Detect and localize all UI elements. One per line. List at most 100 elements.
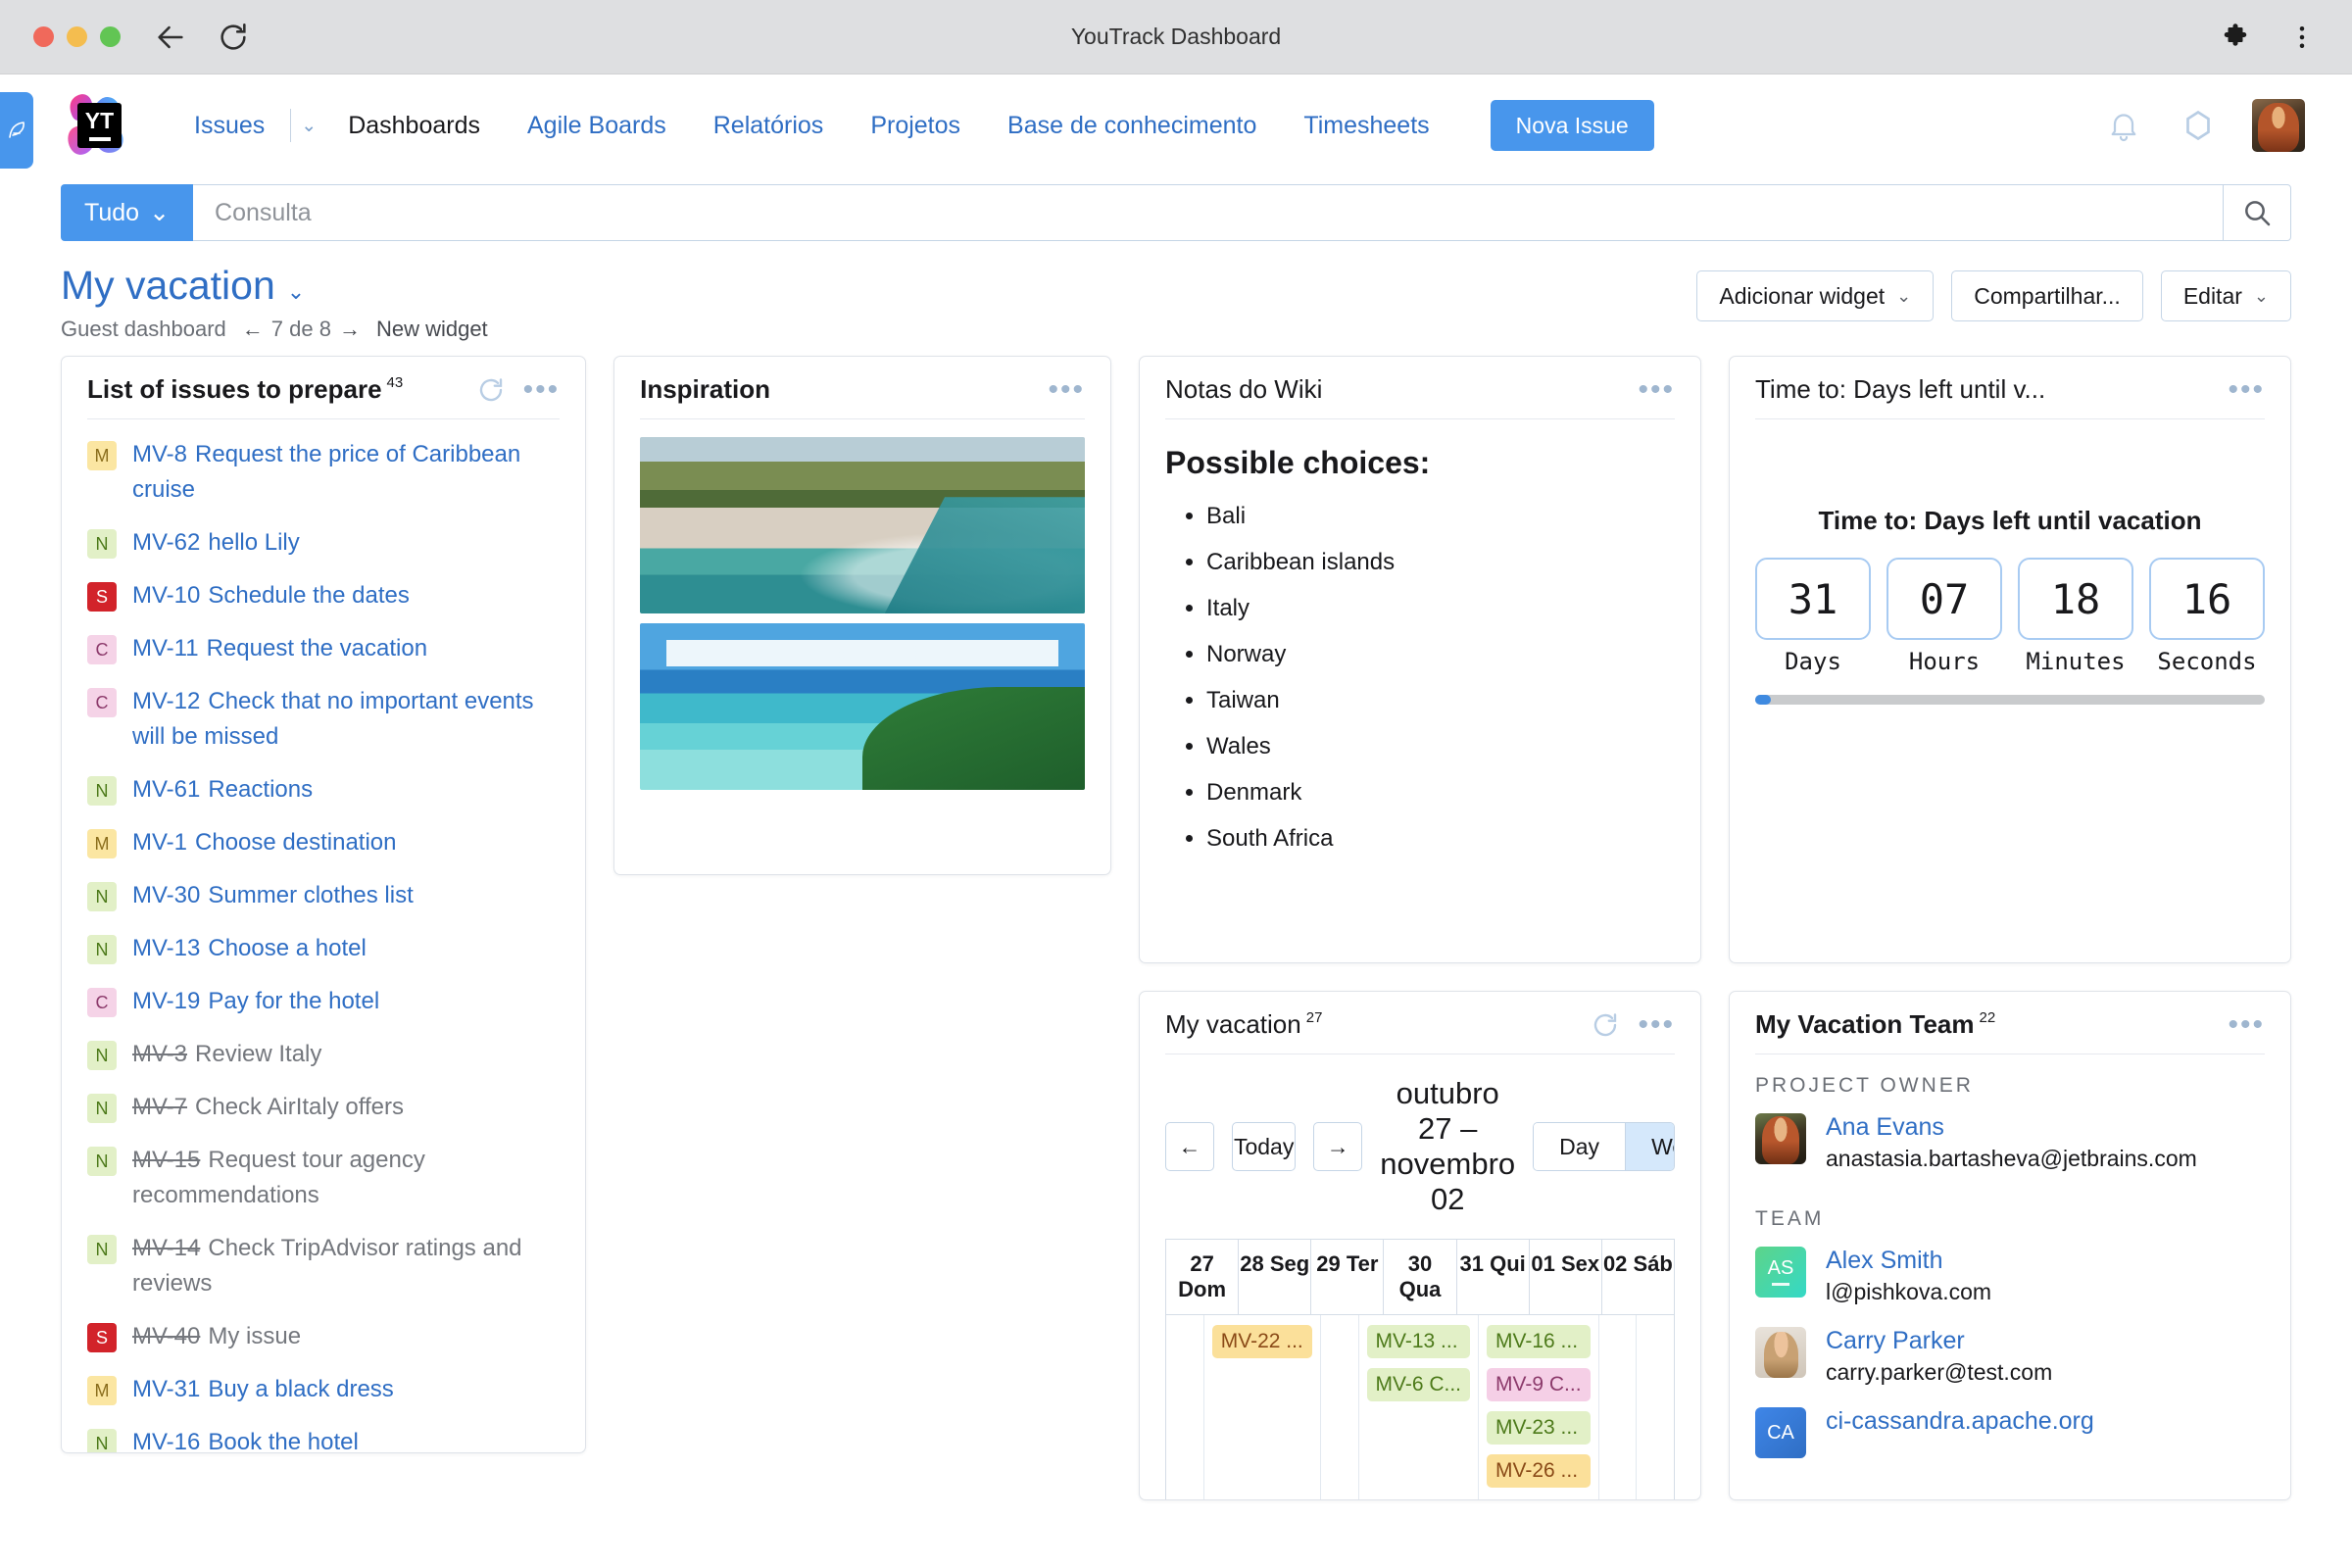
issue-summary[interactable]: Pay for the hotel [208, 988, 379, 1014]
nav-item-dashboards[interactable]: Dashboards [324, 112, 504, 140]
widget-menu-icon[interactable]: ••• [1638, 1009, 1675, 1039]
nav-item-timesheets[interactable]: Timesheets [1280, 112, 1452, 140]
calendar-event[interactable]: MV-22 ... [1211, 1325, 1312, 1358]
youtrack-logo[interactable]: YT [57, 89, 129, 162]
calendar-day-cell[interactable]: MV-16 ... MV-9 C... MV-23 ... MV-26 ... [1479, 1315, 1599, 1499]
list-item[interactable]: N MV-13 Choose a hotel [87, 931, 560, 966]
issue-summary[interactable]: Summer clothes list [208, 882, 413, 908]
list-item[interactable]: M MV-8 Request the price of Caribbean crui… [87, 437, 560, 508]
issue-id[interactable]: MV-13 [132, 935, 200, 961]
issue-id[interactable]: MV-16 [132, 1429, 200, 1452]
avatar[interactable] [1755, 1327, 1806, 1378]
list-item[interactable]: M MV-1 Choose destination [87, 825, 560, 860]
issue-summary[interactable]: Buy a black dress [208, 1376, 393, 1402]
avatar[interactable]: AS [1755, 1247, 1806, 1298]
widget-menu-icon[interactable]: ••• [2228, 374, 2265, 404]
issue-id[interactable]: MV-61 [132, 776, 200, 803]
list-item[interactable]: N MV-7 Check AirItaly offers [87, 1090, 560, 1125]
issue-summary[interactable]: Choose a hotel [208, 935, 366, 961]
issue-id[interactable]: MV-31 [132, 1376, 200, 1402]
nav-item-relatorios[interactable]: Relatórios [690, 112, 848, 140]
project-owner-name[interactable]: Ana Evans [1826, 1113, 2197, 1142]
avatar[interactable] [2252, 99, 2305, 152]
issue-id[interactable]: MV-7 [132, 1094, 187, 1120]
list-item[interactable]: N MV-15 Request tour agency recommendation… [87, 1143, 560, 1213]
issue-id[interactable]: MV-10 [132, 582, 200, 609]
calendar-event[interactable]: MV-9 C... [1487, 1368, 1591, 1401]
issue-summary[interactable]: Check AirItaly offers [195, 1094, 404, 1120]
close-window-button[interactable] [33, 26, 54, 47]
widget-menu-icon[interactable]: ••• [1048, 374, 1085, 404]
list-item[interactable]: N MV-62 hello Lily [87, 525, 560, 561]
list-item[interactable]: N MV-14 Check TripAdvisor ratings and revi… [87, 1231, 560, 1301]
list-item[interactable]: N MV-3 Review Italy [87, 1037, 560, 1072]
list-item[interactable]: S MV-10 Schedule the dates [87, 578, 560, 613]
feather-rail-icon[interactable] [0, 92, 33, 169]
back-arrow-icon[interactable] [154, 21, 187, 54]
list-item[interactable]: C MV-12 Check that no important events wil… [87, 684, 560, 755]
list-item[interactable]: S MV-40 My issue [87, 1319, 560, 1354]
list-item[interactable]: N MV-61 Reactions [87, 772, 560, 808]
avatar[interactable] [1755, 1113, 1806, 1164]
issue-id[interactable]: MV-11 [132, 635, 199, 662]
calendar-view-day[interactable]: Day [1534, 1123, 1626, 1170]
calendar-view-week[interactable]: Week [1625, 1123, 1675, 1170]
issue-id[interactable]: MV-62 [132, 529, 200, 556]
search-submit-button[interactable] [2223, 184, 2291, 241]
issue-summary[interactable]: Schedule the dates [208, 582, 410, 609]
issue-summary[interactable]: Request the vacation [207, 635, 427, 662]
calendar-day-cell[interactable]: MV-13 ... MV-6 C... [1359, 1315, 1480, 1499]
list-item[interactable]: N MV-16 Book the hotel [87, 1425, 560, 1452]
help-hexagon-icon[interactable] [2178, 105, 2219, 146]
team-member-name[interactable]: Alex Smith [1826, 1247, 1991, 1275]
pager-prev-button[interactable]: ← [242, 317, 264, 342]
issue-summary[interactable]: My issue [208, 1323, 301, 1349]
widget-menu-icon[interactable]: ••• [2228, 1009, 2265, 1039]
issue-id[interactable]: MV-15 [132, 1147, 200, 1173]
pager-next-button[interactable]: → [339, 317, 361, 342]
issue-id[interactable]: MV-1 [132, 829, 187, 856]
new-widget-link[interactable]: New widget [376, 317, 488, 342]
nav-item-base-de-conhecimento[interactable]: Base de conhecimento [984, 112, 1280, 140]
calendar-event[interactable]: MV-6 C... [1366, 1368, 1471, 1401]
list-item[interactable]: N MV-30 Summer clothes list [87, 878, 560, 913]
issue-summary[interactable]: Choose destination [195, 829, 396, 856]
search-input[interactable] [193, 184, 2223, 241]
calendar-event[interactable]: MV-16 ... [1487, 1325, 1591, 1358]
nav-item-projetos[interactable]: Projetos [847, 112, 984, 140]
chevron-down-icon[interactable]: ⌄ [293, 115, 324, 137]
maximize-window-button[interactable] [100, 26, 121, 47]
issue-id[interactable]: MV-19 [132, 988, 200, 1014]
share-button[interactable]: Compartilhar... [1951, 270, 2143, 321]
reload-icon[interactable] [217, 21, 250, 54]
calendar-next-button[interactable]: → [1313, 1122, 1363, 1171]
issue-id[interactable]: MV-40 [132, 1323, 200, 1349]
calendar-day-cell[interactable] [1637, 1315, 1674, 1499]
issue-summary[interactable]: Request the price of Caribbean cruise [132, 441, 520, 503]
refresh-icon[interactable] [476, 375, 506, 405]
calendar-event[interactable]: MV-26 ... [1487, 1454, 1591, 1488]
edit-button[interactable]: Editar ⌄ [2160, 270, 2291, 321]
team-member-name[interactable]: Carry Parker [1826, 1327, 2052, 1355]
team-member-name[interactable]: ci-cassandra.apache.org [1826, 1407, 2094, 1436]
widget-menu-icon[interactable]: ••• [523, 374, 561, 404]
issue-summary[interactable]: hello Lily [208, 529, 299, 556]
avatar[interactable]: CA [1755, 1407, 1806, 1458]
list-item[interactable]: C MV-11 Request the vacation [87, 631, 560, 666]
issue-summary[interactable]: Book the hotel [208, 1429, 358, 1452]
issue-id[interactable]: MV-14 [132, 1235, 200, 1261]
calendar-event[interactable]: MV-23 ... [1487, 1411, 1591, 1445]
issue-summary[interactable]: Review Italy [195, 1041, 321, 1067]
calendar-prev-button[interactable]: ← [1165, 1122, 1214, 1171]
calendar-day-cell[interactable] [1321, 1315, 1359, 1499]
kebab-menu-icon[interactable] [2285, 21, 2319, 54]
calendar-event[interactable]: MV-13 ... [1366, 1325, 1471, 1358]
calendar-day-cell[interactable] [1599, 1315, 1638, 1499]
issue-id[interactable]: MV-3 [132, 1041, 187, 1067]
list-item[interactable]: M MV-31 Buy a black dress [87, 1372, 560, 1407]
widget-menu-icon[interactable]: ••• [1638, 374, 1675, 404]
calendar-today-button[interactable]: Today [1232, 1122, 1297, 1171]
issue-id[interactable]: MV-12 [132, 688, 200, 714]
issue-id[interactable]: MV-8 [132, 441, 187, 467]
calendar-day-cell[interactable]: MV-22 ... [1204, 1315, 1321, 1499]
